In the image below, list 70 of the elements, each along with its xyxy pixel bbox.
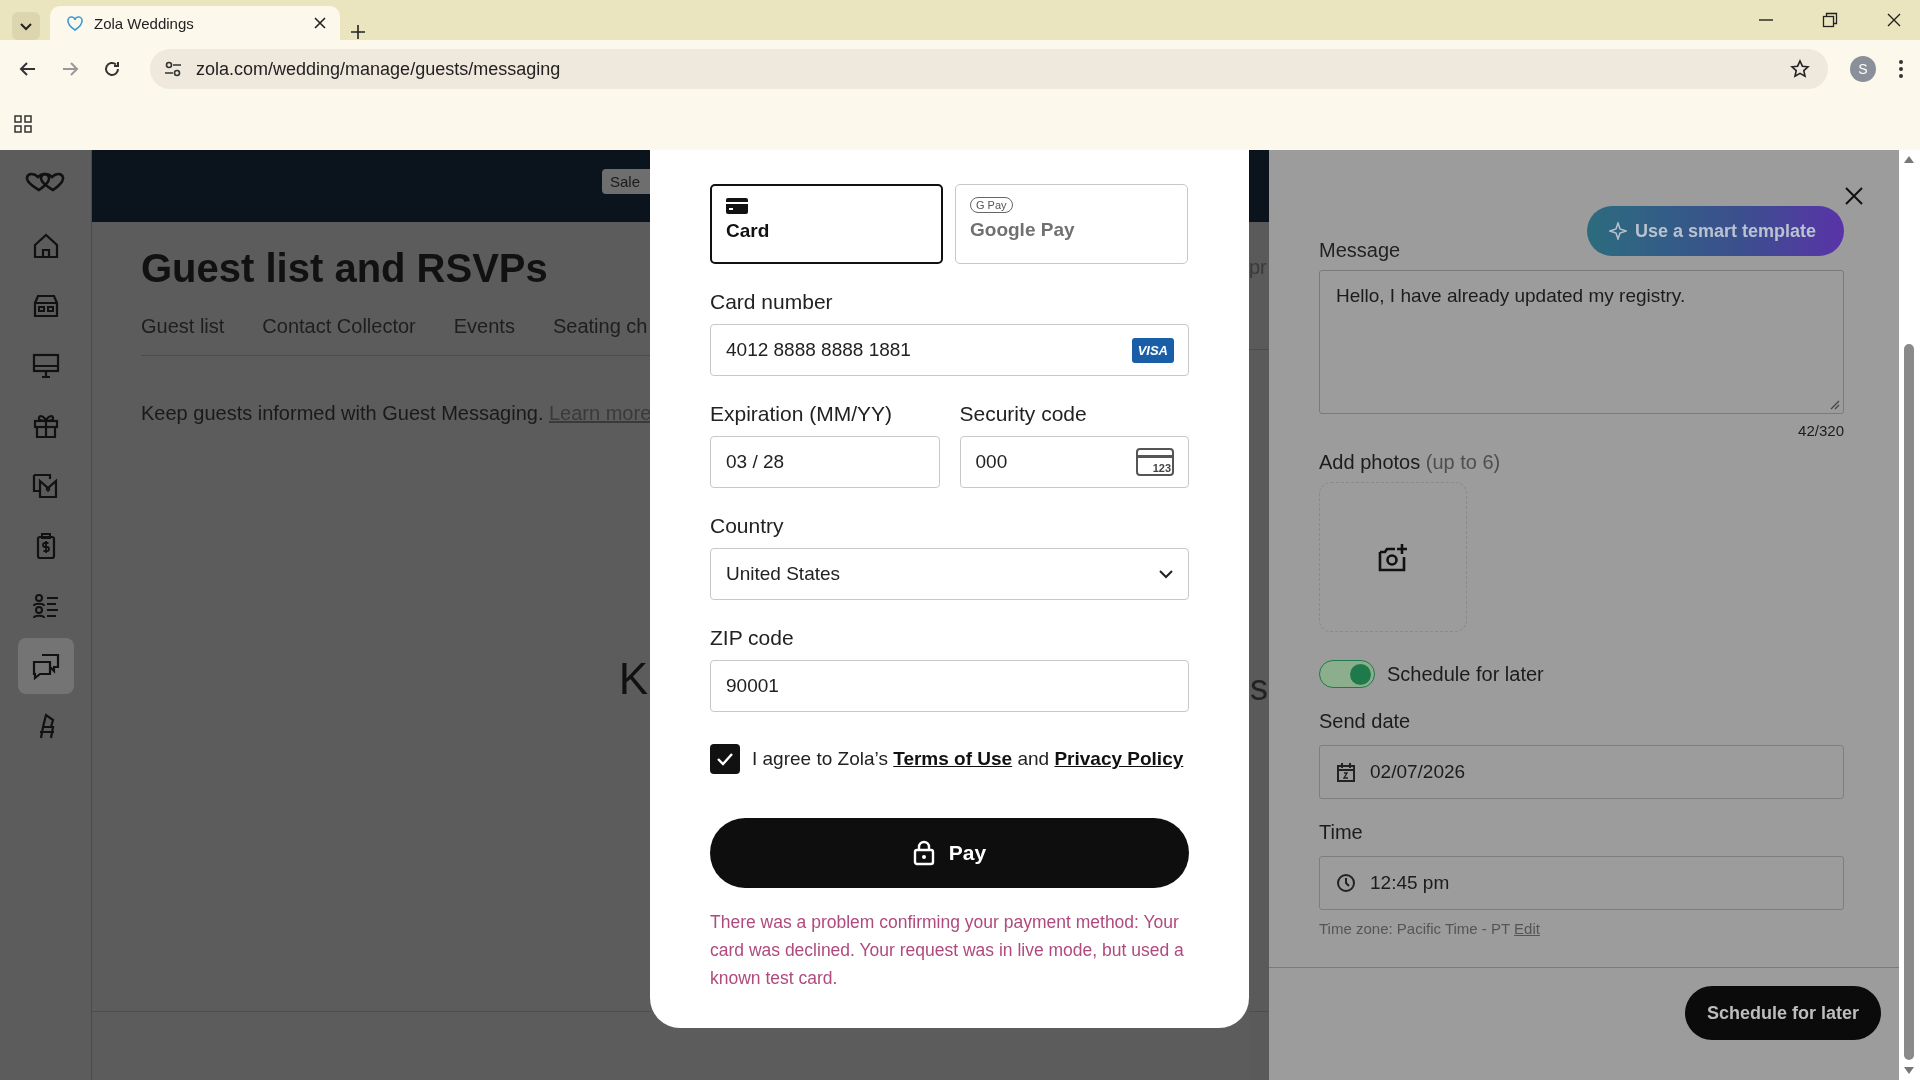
browser-tab[interactable]: Zola Weddings [50, 6, 340, 40]
tab-title: Zola Weddings [94, 14, 195, 32]
timezone-note: Time zone: Pacific Time - PT Edit [1319, 920, 1541, 937]
field-label: Time [1319, 821, 1364, 844]
calendar-icon [1336, 762, 1356, 782]
send-date-field[interactable]: 02/07/2026 [1319, 745, 1844, 799]
star-icon[interactable] [1790, 59, 1810, 79]
zip-code-field[interactable]: 90001 [710, 660, 1189, 712]
field-label: Expiration (MM/YY) [710, 402, 894, 426]
credit-card-icon [726, 198, 748, 214]
security-code-field[interactable]: 000 123 [959, 436, 1189, 488]
field-label: Country [710, 514, 785, 538]
agree-checkbox[interactable] [710, 744, 740, 774]
message-textarea[interactable]: Hello, I have already updated my registry. [1319, 270, 1844, 414]
chevron-down-icon [1158, 569, 1174, 579]
heading-fragment: K [618, 655, 648, 704]
sale-badge: Sale [601, 168, 650, 194]
card-number-field[interactable]: 4012 8888 8888 1881 VISA [710, 324, 1189, 376]
scroll-up-icon[interactable] [1903, 154, 1915, 164]
tab-list-icon[interactable] [12, 12, 40, 40]
smart-template-button[interactable]: Use a smart template [1586, 206, 1844, 256]
schedule-toggle[interactable] [1319, 660, 1375, 688]
page-title: Guest list and RSVPs [141, 246, 549, 291]
add-photo-icon [1377, 542, 1409, 572]
expiration-field[interactable]: 03 / 28 [710, 436, 940, 488]
lock-icon [912, 840, 935, 866]
url-text: zola.com/wedding/manage/guests/messaging [196, 58, 562, 80]
heart-icon [66, 14, 84, 32]
chat-bubbles-icon [30, 651, 61, 681]
site-info-icon[interactable] [164, 60, 182, 78]
agreement-text: I agree to Zola’s Terms of Use and Privacy Policy [752, 748, 1184, 770]
close-icon[interactable] [1886, 12, 1902, 28]
address-bar[interactable]: zola.com/wedding/manage/guests/messaging [150, 49, 1828, 89]
terms-link[interactable]: Terms of Use [893, 748, 1013, 769]
new-tab-icon[interactable] [350, 24, 366, 40]
card-brand-logo: VISA [1131, 337, 1174, 363]
add-photos-label: Add photos (up to 6) [1319, 451, 1502, 474]
pay-button[interactable]: Pay [710, 818, 1189, 888]
more-menu-icon[interactable] [1898, 59, 1904, 79]
sparkle-icon [1608, 222, 1627, 240]
restore-icon[interactable] [1822, 12, 1838, 28]
guest-list-icon [30, 591, 61, 621]
clock-icon [1336, 873, 1356, 893]
scroll-down-icon[interactable] [1903, 1066, 1915, 1076]
time-field[interactable]: 12:45 pm [1319, 856, 1844, 910]
field-label: Send date [1319, 710, 1412, 733]
monitor-icon [30, 351, 61, 381]
top-banner [1249, 150, 1269, 222]
heading-fragment: s [1250, 668, 1269, 708]
close-icon[interactable] [312, 15, 328, 31]
error-message: There was a problem confirming your payment method: Your card was declined. Your request was in live mode, but used a known test card. [710, 911, 1185, 990]
card-back-icon: 123 [1136, 448, 1174, 476]
toggle-label: Schedule for later [1387, 662, 1544, 686]
payment-method-tab[interactable]: Card [710, 184, 943, 264]
checkmark-icon [716, 751, 734, 767]
sidebar-item[interactable] [17, 638, 74, 694]
country-select[interactable]: United States [710, 548, 1189, 600]
privacy-link[interactable]: Privacy Policy [1054, 748, 1184, 769]
close-icon[interactable] [1844, 186, 1864, 206]
scrollbar-thumb[interactable] [1904, 344, 1914, 1060]
field-label: ZIP code [710, 626, 795, 650]
field-label: Security code [959, 402, 1088, 426]
apps-grid-icon[interactable] [14, 115, 32, 133]
payment-method-tab[interactable]: G Pay Google Pay [955, 184, 1188, 264]
field-label: Card number [710, 290, 834, 314]
reload-icon[interactable] [102, 59, 122, 79]
character-counter: 42/320 [1798, 422, 1844, 439]
resize-handle-icon[interactable] [1830, 400, 1840, 410]
schedule-button[interactable]: Schedule for later [1684, 986, 1881, 1040]
field-label: Message [1319, 239, 1401, 262]
